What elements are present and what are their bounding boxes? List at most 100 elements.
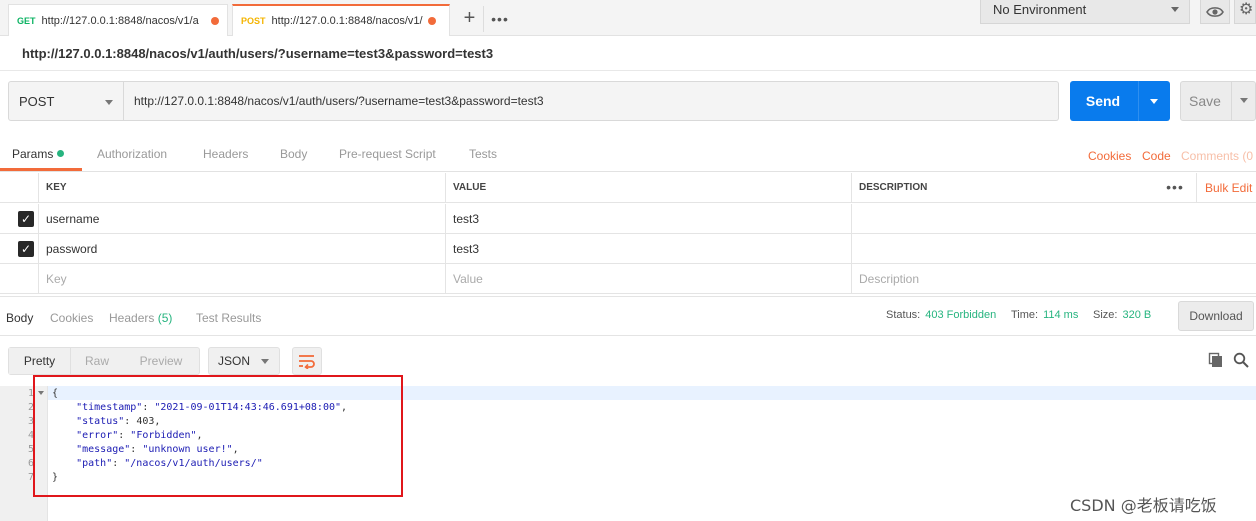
status-label: Status: <box>886 309 921 321</box>
line-number: 1 <box>27 388 34 399</box>
request-title: http://127.0.0.1:8848/nacos/v1/auth/user… <box>22 46 494 61</box>
more-options-icon[interactable]: ••• <box>1160 173 1190 203</box>
tab-body[interactable]: Body <box>280 147 307 161</box>
request-tab-post[interactable]: POST http://127.0.0.1:8848/nacos/v1/ <box>232 4 450 36</box>
response-tab-cookies[interactable]: Cookies <box>50 311 93 325</box>
table-header-row: KEY VALUE DESCRIPTION ••• Bulk Edit <box>0 173 1256 203</box>
param-description-cell[interactable] <box>851 204 1256 234</box>
table-row: ✓ password test3 <box>0 234 1256 264</box>
response-time: Time: 114 ms <box>1011 309 1078 321</box>
eye-icon <box>1206 7 1224 17</box>
table-row: ✓ username test3 <box>0 204 1256 234</box>
divider <box>1138 81 1139 121</box>
param-value-cell[interactable]: test3 <box>445 204 851 234</box>
param-key-cell[interactable]: password <box>38 234 445 264</box>
raw-button[interactable]: Raw <box>71 348 123 374</box>
environment-label: No Environment <box>993 2 1087 17</box>
environment-select[interactable]: No Environment <box>980 0 1190 24</box>
new-value-input[interactable]: Value <box>445 264 851 294</box>
status-dot-icon <box>57 150 65 157</box>
response-tab-headers-label: Headers <box>109 311 155 325</box>
line-number: 4 <box>27 430 34 441</box>
preview-button[interactable]: Preview <box>123 348 199 374</box>
size-label: Size: <box>1093 309 1118 321</box>
headers-count: (5) <box>157 311 173 325</box>
pretty-button[interactable]: Pretty <box>9 348 71 374</box>
annotation-highlight-box <box>33 375 403 497</box>
param-value-cell[interactable]: test3 <box>445 234 851 264</box>
comments-link[interactable]: Comments (0 <box>1181 149 1253 163</box>
line-number: 6 <box>27 458 34 469</box>
tab-more-button[interactable]: ••• <box>486 6 514 32</box>
response-status: Status: 403 Forbidden <box>886 309 996 321</box>
param-key-cell[interactable]: username <box>38 204 445 234</box>
code-link[interactable]: Code <box>1142 149 1171 163</box>
line-number: 3 <box>27 416 34 427</box>
line-number: 7 <box>27 472 34 483</box>
format-select[interactable]: JSON <box>208 347 280 375</box>
tab-method-label: GET <box>17 15 36 26</box>
bulk-edit-link[interactable]: Bulk Edit <box>1196 173 1252 203</box>
wrap-icon <box>299 355 315 369</box>
time-value[interactable]: 114 ms <box>1043 309 1078 321</box>
tab-tests[interactable]: Tests <box>469 147 497 161</box>
view-mode-group: Pretty Raw Preview <box>8 347 200 375</box>
line-number: 5 <box>27 444 34 455</box>
row-checkbox[interactable]: ✓ <box>18 211 34 227</box>
save-button[interactable]: Save <box>1180 81 1256 121</box>
request-tab-bar: GET http://127.0.0.1:8848/nacos/v1/a POS… <box>0 0 1256 36</box>
line-number: 2 <box>27 402 34 413</box>
search-icon[interactable] <box>1233 352 1249 368</box>
response-tab-test-results[interactable]: Test Results <box>196 311 261 325</box>
tab-url-label: http://127.0.0.1:8848/nacos/v1/a <box>41 14 199 27</box>
column-header-description: DESCRIPTION <box>851 173 1161 203</box>
column-header-value: VALUE <box>445 173 851 203</box>
tab-authorization[interactable]: Authorization <box>97 147 167 161</box>
size-value[interactable]: 320 B <box>1122 309 1151 321</box>
divider <box>1231 82 1232 120</box>
new-tab-button[interactable]: + <box>456 6 484 32</box>
tab-url-label: http://127.0.0.1:8848/nacos/v1/ <box>271 15 423 27</box>
chevron-down-icon[interactable] <box>1150 99 1158 104</box>
request-url-input[interactable]: http://127.0.0.1:8848/nacos/v1/auth/user… <box>124 81 1059 121</box>
send-button[interactable]: Send <box>1070 81 1170 121</box>
tab-params-label: Params <box>12 147 54 161</box>
chevron-down-icon <box>261 359 269 364</box>
chevron-down-icon <box>1171 7 1179 12</box>
gear-icon: ⚙ <box>1239 1 1254 18</box>
unsaved-indicator-icon <box>427 17 436 25</box>
watermark: CSDN @老板请吃饭 <box>1070 496 1217 515</box>
column-header-key: KEY <box>38 173 445 203</box>
divider <box>0 70 1256 71</box>
http-method-label: POST <box>19 94 55 109</box>
http-method-select[interactable]: POST <box>8 81 124 121</box>
response-size: Size: 320 B <box>1093 309 1151 321</box>
unsaved-indicator-icon <box>211 16 219 25</box>
save-label: Save <box>1189 93 1221 109</box>
response-tab-body[interactable]: Body <box>6 311 33 325</box>
status-value[interactable]: 403 Forbidden <box>925 309 996 321</box>
active-tab-indicator <box>0 168 82 171</box>
new-key-input[interactable]: Key <box>38 264 445 294</box>
response-tabs: Body Cookies Headers (5) Test Results St… <box>0 296 1256 336</box>
row-checkbox[interactable]: ✓ <box>18 241 34 257</box>
tab-headers[interactable]: Headers <box>203 147 248 161</box>
time-label: Time: <box>1011 309 1039 321</box>
cookies-link[interactable]: Cookies <box>1088 149 1131 163</box>
environment-quick-look-button[interactable] <box>1200 0 1230 24</box>
param-description-cell[interactable] <box>851 234 1256 264</box>
wrap-lines-button[interactable] <box>292 347 322 375</box>
download-button[interactable]: Download <box>1178 301 1254 331</box>
send-label: Send <box>1085 93 1121 109</box>
copy-icon[interactable] <box>1208 352 1224 368</box>
chevron-down-icon[interactable] <box>1240 98 1248 103</box>
request-config-tabs: Params Authorization Headers Body Pre-re… <box>0 139 1256 172</box>
new-description-input[interactable]: Description <box>851 264 1256 294</box>
tab-params[interactable]: Params <box>12 147 65 161</box>
chevron-down-icon <box>105 100 113 105</box>
format-label: JSON <box>218 354 251 368</box>
manage-environments-button[interactable]: ⚙ <box>1234 0 1256 24</box>
response-tab-headers[interactable]: Headers (5) <box>109 311 172 325</box>
tab-pre-request-script[interactable]: Pre-request Script <box>339 147 436 161</box>
request-tab-get[interactable]: GET http://127.0.0.1:8848/nacos/v1/a <box>8 4 228 36</box>
